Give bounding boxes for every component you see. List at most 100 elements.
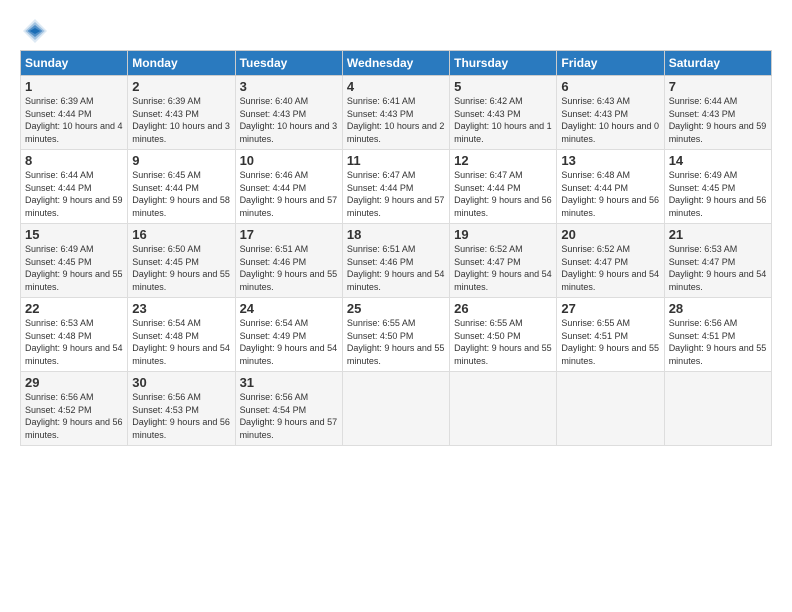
day-number: 11 [347,153,445,168]
calendar-cell: 13 Sunrise: 6:48 AMSunset: 4:44 PMDaylig… [557,150,664,224]
calendar-cell: 26 Sunrise: 6:55 AMSunset: 4:50 PMDaylig… [450,298,557,372]
calendar-cell: 17 Sunrise: 6:51 AMSunset: 4:46 PMDaylig… [235,224,342,298]
day-detail: Sunrise: 6:56 AMSunset: 4:51 PMDaylight:… [669,318,767,366]
day-detail: Sunrise: 6:50 AMSunset: 4:45 PMDaylight:… [132,244,230,292]
header-tuesday: Tuesday [235,51,342,76]
day-detail: Sunrise: 6:54 AMSunset: 4:48 PMDaylight:… [132,318,230,366]
calendar-cell: 18 Sunrise: 6:51 AMSunset: 4:46 PMDaylig… [342,224,449,298]
day-detail: Sunrise: 6:56 AMSunset: 4:52 PMDaylight:… [25,392,123,440]
day-detail: Sunrise: 6:41 AMSunset: 4:43 PMDaylight:… [347,96,445,144]
day-detail: Sunrise: 6:47 AMSunset: 4:44 PMDaylight:… [347,170,445,218]
day-detail: Sunrise: 6:42 AMSunset: 4:43 PMDaylight:… [454,96,552,144]
day-detail: Sunrise: 6:55 AMSunset: 4:50 PMDaylight:… [454,318,552,366]
day-number: 31 [240,375,338,390]
calendar-cell: 22 Sunrise: 6:53 AMSunset: 4:48 PMDaylig… [21,298,128,372]
calendar-cell: 11 Sunrise: 6:47 AMSunset: 4:44 PMDaylig… [342,150,449,224]
day-number: 14 [669,153,767,168]
calendar-cell: 29 Sunrise: 6:56 AMSunset: 4:52 PMDaylig… [21,372,128,446]
calendar-cell: 27 Sunrise: 6:55 AMSunset: 4:51 PMDaylig… [557,298,664,372]
day-detail: Sunrise: 6:49 AMSunset: 4:45 PMDaylight:… [25,244,123,292]
day-detail: Sunrise: 6:39 AMSunset: 4:43 PMDaylight:… [132,96,230,144]
day-number: 18 [347,227,445,242]
day-number: 27 [561,301,659,316]
day-detail: Sunrise: 6:46 AMSunset: 4:44 PMDaylight:… [240,170,338,218]
day-number: 15 [25,227,123,242]
header-wednesday: Wednesday [342,51,449,76]
day-detail: Sunrise: 6:55 AMSunset: 4:51 PMDaylight:… [561,318,659,366]
day-detail: Sunrise: 6:40 AMSunset: 4:43 PMDaylight:… [240,96,338,144]
header-saturday: Saturday [664,51,771,76]
logo-icon [20,16,50,46]
day-detail: Sunrise: 6:56 AMSunset: 4:54 PMDaylight:… [240,392,338,440]
calendar-cell: 30 Sunrise: 6:56 AMSunset: 4:53 PMDaylig… [128,372,235,446]
day-detail: Sunrise: 6:49 AMSunset: 4:45 PMDaylight:… [669,170,767,218]
day-number: 24 [240,301,338,316]
day-number: 26 [454,301,552,316]
calendar-cell: 5 Sunrise: 6:42 AMSunset: 4:43 PMDayligh… [450,76,557,150]
calendar-cell: 9 Sunrise: 6:45 AMSunset: 4:44 PMDayligh… [128,150,235,224]
day-number: 8 [25,153,123,168]
day-detail: Sunrise: 6:51 AMSunset: 4:46 PMDaylight:… [347,244,445,292]
day-number: 10 [240,153,338,168]
day-detail: Sunrise: 6:55 AMSunset: 4:50 PMDaylight:… [347,318,445,366]
calendar-cell: 19 Sunrise: 6:52 AMSunset: 4:47 PMDaylig… [450,224,557,298]
calendar-cell [664,372,771,446]
day-detail: Sunrise: 6:56 AMSunset: 4:53 PMDaylight:… [132,392,230,440]
day-number: 30 [132,375,230,390]
calendar-cell: 3 Sunrise: 6:40 AMSunset: 4:43 PMDayligh… [235,76,342,150]
day-number: 5 [454,79,552,94]
calendar-cell: 7 Sunrise: 6:44 AMSunset: 4:43 PMDayligh… [664,76,771,150]
day-detail: Sunrise: 6:53 AMSunset: 4:47 PMDaylight:… [669,244,767,292]
day-number: 28 [669,301,767,316]
day-number: 16 [132,227,230,242]
calendar-week-5: 29 Sunrise: 6:56 AMSunset: 4:52 PMDaylig… [21,372,772,446]
day-number: 22 [25,301,123,316]
day-detail: Sunrise: 6:44 AMSunset: 4:43 PMDaylight:… [669,96,767,144]
logo [20,16,54,46]
day-detail: Sunrise: 6:47 AMSunset: 4:44 PMDaylight:… [454,170,552,218]
day-number: 19 [454,227,552,242]
day-detail: Sunrise: 6:54 AMSunset: 4:49 PMDaylight:… [240,318,338,366]
day-detail: Sunrise: 6:44 AMSunset: 4:44 PMDaylight:… [25,170,123,218]
day-detail: Sunrise: 6:45 AMSunset: 4:44 PMDaylight:… [132,170,230,218]
day-detail: Sunrise: 6:52 AMSunset: 4:47 PMDaylight:… [561,244,659,292]
calendar-cell: 16 Sunrise: 6:50 AMSunset: 4:45 PMDaylig… [128,224,235,298]
calendar-cell [342,372,449,446]
calendar-cell: 28 Sunrise: 6:56 AMSunset: 4:51 PMDaylig… [664,298,771,372]
calendar-cell: 12 Sunrise: 6:47 AMSunset: 4:44 PMDaylig… [450,150,557,224]
calendar-cell: 4 Sunrise: 6:41 AMSunset: 4:43 PMDayligh… [342,76,449,150]
calendar-cell: 6 Sunrise: 6:43 AMSunset: 4:43 PMDayligh… [557,76,664,150]
day-number: 29 [25,375,123,390]
calendar-cell [557,372,664,446]
day-number: 23 [132,301,230,316]
calendar-cell: 25 Sunrise: 6:55 AMSunset: 4:50 PMDaylig… [342,298,449,372]
calendar-cell: 31 Sunrise: 6:56 AMSunset: 4:54 PMDaylig… [235,372,342,446]
calendar-cell: 20 Sunrise: 6:52 AMSunset: 4:47 PMDaylig… [557,224,664,298]
header-sunday: Sunday [21,51,128,76]
calendar-week-2: 8 Sunrise: 6:44 AMSunset: 4:44 PMDayligh… [21,150,772,224]
calendar-week-1: 1 Sunrise: 6:39 AMSunset: 4:44 PMDayligh… [21,76,772,150]
calendar-cell: 15 Sunrise: 6:49 AMSunset: 4:45 PMDaylig… [21,224,128,298]
calendar-cell: 8 Sunrise: 6:44 AMSunset: 4:44 PMDayligh… [21,150,128,224]
header [20,16,772,46]
day-number: 3 [240,79,338,94]
calendar-week-4: 22 Sunrise: 6:53 AMSunset: 4:48 PMDaylig… [21,298,772,372]
calendar-body: 1 Sunrise: 6:39 AMSunset: 4:44 PMDayligh… [21,76,772,446]
calendar-cell: 10 Sunrise: 6:46 AMSunset: 4:44 PMDaylig… [235,150,342,224]
day-detail: Sunrise: 6:53 AMSunset: 4:48 PMDaylight:… [25,318,123,366]
calendar-cell: 14 Sunrise: 6:49 AMSunset: 4:45 PMDaylig… [664,150,771,224]
header-friday: Friday [557,51,664,76]
day-number: 17 [240,227,338,242]
day-number: 9 [132,153,230,168]
header-monday: Monday [128,51,235,76]
calendar-cell: 2 Sunrise: 6:39 AMSunset: 4:43 PMDayligh… [128,76,235,150]
day-detail: Sunrise: 6:52 AMSunset: 4:47 PMDaylight:… [454,244,552,292]
day-number: 4 [347,79,445,94]
calendar-header-row: SundayMondayTuesdayWednesdayThursdayFrid… [21,51,772,76]
day-number: 6 [561,79,659,94]
day-number: 25 [347,301,445,316]
header-thursday: Thursday [450,51,557,76]
day-number: 13 [561,153,659,168]
calendar-cell [450,372,557,446]
day-detail: Sunrise: 6:48 AMSunset: 4:44 PMDaylight:… [561,170,659,218]
